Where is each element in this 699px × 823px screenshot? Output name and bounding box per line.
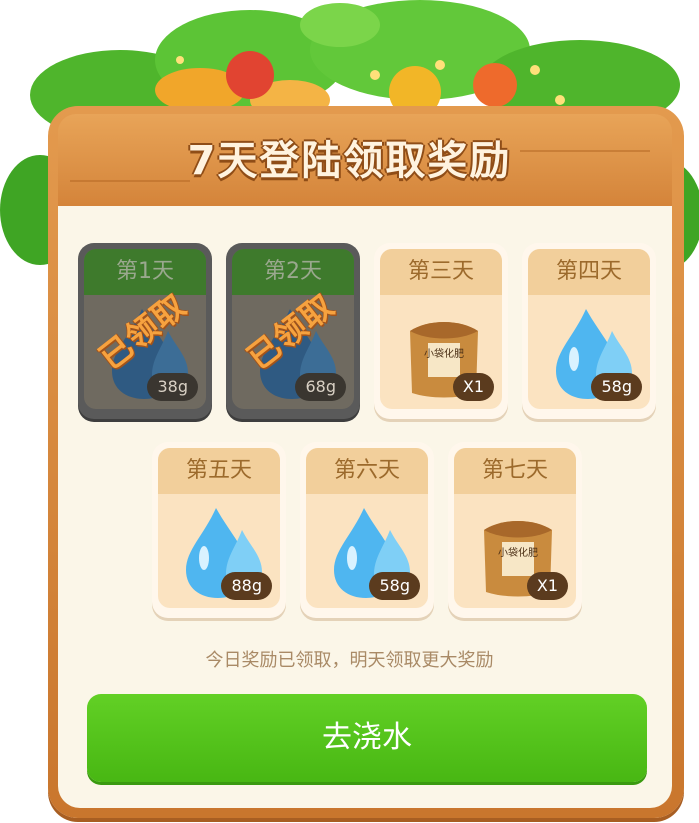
reward-amount: 58g bbox=[591, 373, 642, 401]
day-label: 第三天 bbox=[380, 249, 502, 295]
day-label: 第四天 bbox=[528, 249, 650, 295]
day-card-4: 第四天 58g bbox=[522, 243, 656, 419]
day-card-6: 第六天 58g bbox=[300, 442, 434, 618]
go-water-button[interactable]: 去浇水 bbox=[87, 694, 647, 782]
day-card-3: 第三天 小袋化肥 X1 bbox=[374, 243, 508, 419]
day-label: 第1天 bbox=[84, 249, 206, 295]
bag-text: 小袋化肥 bbox=[424, 347, 464, 360]
bag-text: 小袋化肥 bbox=[498, 546, 538, 559]
login-reward-popup: 7天登陆领取奖励 第1天 已领取 38g 第2天 已领取 68g 第三天 小袋化… bbox=[0, 0, 699, 823]
popup-title: 7天登陆领取奖励 bbox=[187, 138, 512, 184]
reward-amount: X1 bbox=[452, 373, 494, 401]
reward-amount: 68g bbox=[295, 373, 346, 401]
day-card-1: 第1天 已领取 38g bbox=[78, 243, 212, 419]
day-label: 第七天 bbox=[454, 448, 576, 494]
reward-amount: 88g bbox=[221, 572, 272, 600]
day-card-7: 第七天 小袋化肥 X1 bbox=[448, 442, 582, 618]
reward-amount: 58g bbox=[369, 572, 420, 600]
day-label: 第五天 bbox=[158, 448, 280, 494]
day-label: 第六天 bbox=[306, 448, 428, 494]
reward-amount: 38g bbox=[147, 373, 198, 401]
reward-amount: X1 bbox=[526, 572, 568, 600]
day-label: 第2天 bbox=[232, 249, 354, 295]
day-card-2: 第2天 已领取 68g bbox=[226, 243, 360, 419]
claim-notice: 今日奖励已领取，明天领取更大奖励 bbox=[205, 650, 494, 671]
day-card-5: 第五天 88g bbox=[152, 442, 286, 618]
